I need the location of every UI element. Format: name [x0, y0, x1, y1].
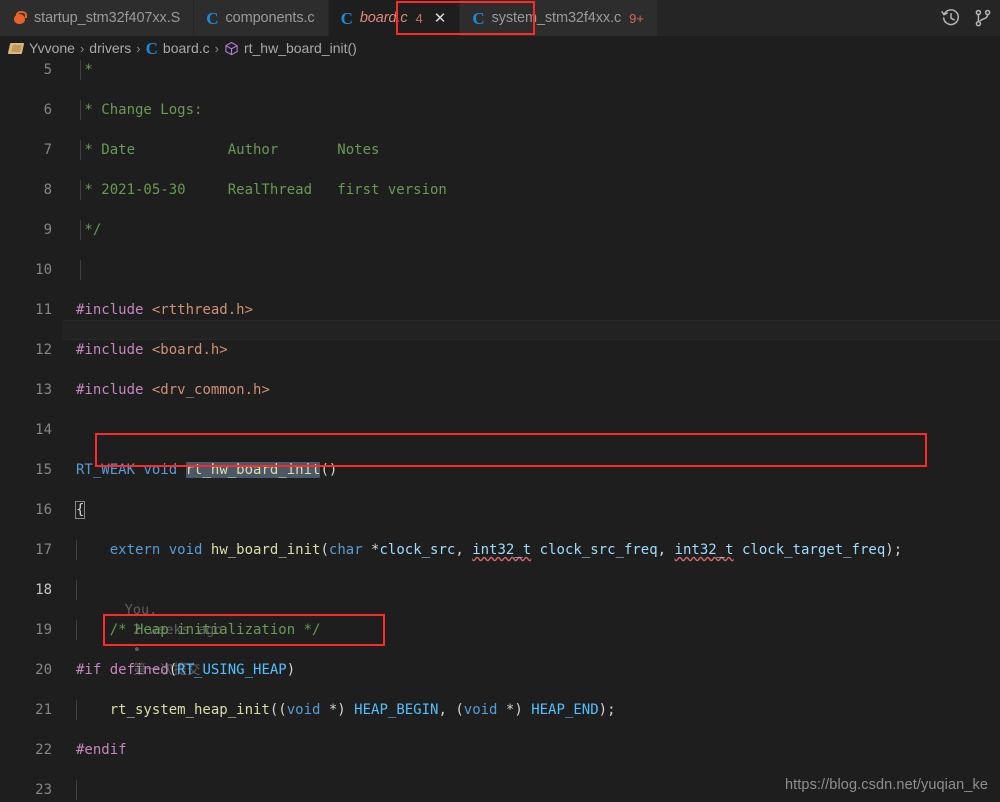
line-number: 5 [43, 62, 52, 78]
code-text: { [74, 500, 86, 520]
breadcrumb-label: board.c [162, 40, 210, 56]
code-line: 7 * Date Author Notes [0, 140, 1000, 160]
timeline-history-icon[interactable] [940, 7, 962, 29]
line-number: 8 [43, 182, 52, 198]
code-text: RT_WEAK void rt_hw_board_init() [76, 462, 338, 478]
code-line: 17 extern void hw_board_init(char *clock… [0, 540, 1000, 560]
code-line: 22 #endif [0, 740, 1000, 760]
line-number: 15 [35, 462, 52, 478]
line-number: 11 [35, 302, 52, 318]
editor-tab-bar: startup_stm32f407xx.S C components.c C b… [0, 0, 1000, 36]
tab-label: system_stm32f4xx.c [491, 10, 622, 26]
tab-bar-filler [657, 0, 940, 36]
code-line-current: 18 You, 2 weeks ago • 第一次提交 [0, 580, 1000, 678]
breadcrumb-label: drivers [89, 40, 132, 56]
line-number: 16 [35, 502, 52, 518]
indent-guide [80, 260, 81, 280]
breadcrumb-separator-icon: › [214, 40, 219, 56]
code-line: 11 #include <rtthread.h> [0, 300, 1000, 320]
blame-bullet: • [132, 642, 142, 658]
code-line: 12 #include <board.h> [0, 340, 1000, 360]
tab-startup-stm32f407xx-s[interactable]: startup_stm32f407xx.S [0, 0, 195, 36]
close-icon[interactable]: ✕ [434, 11, 447, 26]
line-number: 6 [43, 102, 52, 118]
c-file-icon: C [340, 8, 353, 28]
code-line: 20 #if defined(RT_USING_HEAP) [0, 660, 1000, 680]
line-number: 23 [35, 782, 52, 798]
line-number: 12 [35, 342, 52, 358]
code-text: * Date Author Notes [76, 142, 380, 158]
code-line: 21 rt_system_heap_init((void *) HEAP_BEG… [0, 700, 1000, 720]
code-line: 10 [0, 260, 1000, 280]
tab-board-c[interactable]: C board.c 4 ✕ [328, 0, 461, 36]
code-text: #include <rtthread.h> [76, 302, 254, 318]
breadcrumb-item-rt-hw-board-init[interactable]: rt_hw_board_init() [224, 40, 357, 56]
code-text: * Change Logs: [76, 102, 203, 118]
c-file-icon: C [206, 8, 219, 28]
c-file-icon: C [145, 38, 158, 58]
code-text: #include <board.h> [76, 342, 228, 358]
code-text: /* Heap initialization */ [76, 622, 321, 638]
current-line-highlight [62, 320, 1000, 340]
code-line: 5 * [0, 60, 1000, 80]
line-number: 22 [35, 742, 52, 758]
watermark-url: https://blog.csdn.net/yuqian_ke [784, 777, 988, 793]
line-number: 18 [35, 582, 52, 598]
line-number: 20 [35, 662, 52, 678]
tab-label: board.c [359, 10, 408, 26]
code-line: 14 [0, 420, 1000, 440]
code-text: */ [76, 222, 102, 238]
code-text: rt_system_heap_init((void *) HEAP_BEGIN,… [109, 702, 616, 718]
code-line: 9 */ [0, 220, 1000, 240]
tab-problem-count-badge: 4 [415, 10, 423, 26]
line-number: 7 [43, 142, 52, 158]
editor-actions [940, 0, 1000, 36]
code-line: 13 #include <drv_common.h> [0, 380, 1000, 400]
code-text: #include <drv_common.h> [76, 382, 270, 398]
code-line: 8 * 2021-05-30 RealThread first version [0, 180, 1000, 200]
code-line: 16 { [0, 500, 1000, 520]
line-number: 21 [35, 702, 52, 718]
line-number: 17 [35, 542, 52, 558]
line-number: 13 [35, 382, 52, 398]
code-text: extern void hw_board_init(char *clock_sr… [109, 542, 903, 558]
blame-author: You, [124, 602, 158, 618]
code-line: 19 /* Heap initialization */ [0, 620, 1000, 640]
line-number: 19 [35, 622, 52, 638]
indent-guide [76, 780, 77, 800]
line-number: 10 [35, 262, 52, 278]
breadcrumb-label: rt_hw_board_init() [243, 40, 357, 56]
assembly-file-icon [12, 10, 27, 26]
c-file-icon: C [472, 8, 485, 28]
breadcrumb-separator-icon: › [136, 40, 141, 56]
folder-icon [9, 42, 24, 55]
code-text: #endif [76, 742, 127, 758]
breadcrumb-item-yvvone[interactable]: Yvvone [9, 40, 75, 56]
code-text: #if defined(RT_USING_HEAP) [76, 662, 296, 678]
breadcrumb-item-drivers[interactable]: drivers [89, 40, 131, 56]
line-number: 14 [35, 422, 52, 438]
breadcrumb: Yvvone › drivers › C board.c › rt_hw_boa… [0, 36, 1000, 60]
code-line: 15 RT_WEAK void rt_hw_board_init() [0, 460, 1000, 480]
matching-bracket: { [74, 501, 86, 519]
source-control-branch-icon[interactable] [972, 7, 994, 29]
tab-label: startup_stm32f407xx.S [34, 10, 181, 26]
breadcrumb-separator-icon: › [79, 40, 85, 56]
git-blame-annotation[interactable]: You, 2 weeks ago • 第一次提交 [76, 580, 223, 700]
line-number: 9 [43, 222, 52, 238]
tab-label: components.c [225, 10, 315, 26]
breadcrumb-label: Yvvone [29, 40, 75, 56]
tab-system-stm32f4xx-c[interactable]: C system_stm32f4xx.c 9+ [460, 0, 658, 36]
tab-components-c[interactable]: C components.c [194, 0, 329, 36]
tab-problem-count-badge: 9+ [629, 10, 644, 26]
code-editor[interactable]: 5 * 6 * Change Logs: 7 * Date Author Not… [0, 60, 1000, 802]
code-text: * 2021-05-30 RealThread first version [76, 182, 447, 198]
code-text: * [76, 62, 93, 78]
breadcrumb-item-board-c[interactable]: C board.c [146, 40, 210, 57]
selected-symbol: rt_hw_board_init [185, 462, 321, 478]
symbol-method-icon [224, 41, 239, 56]
code-line: 6 * Change Logs: [0, 100, 1000, 120]
